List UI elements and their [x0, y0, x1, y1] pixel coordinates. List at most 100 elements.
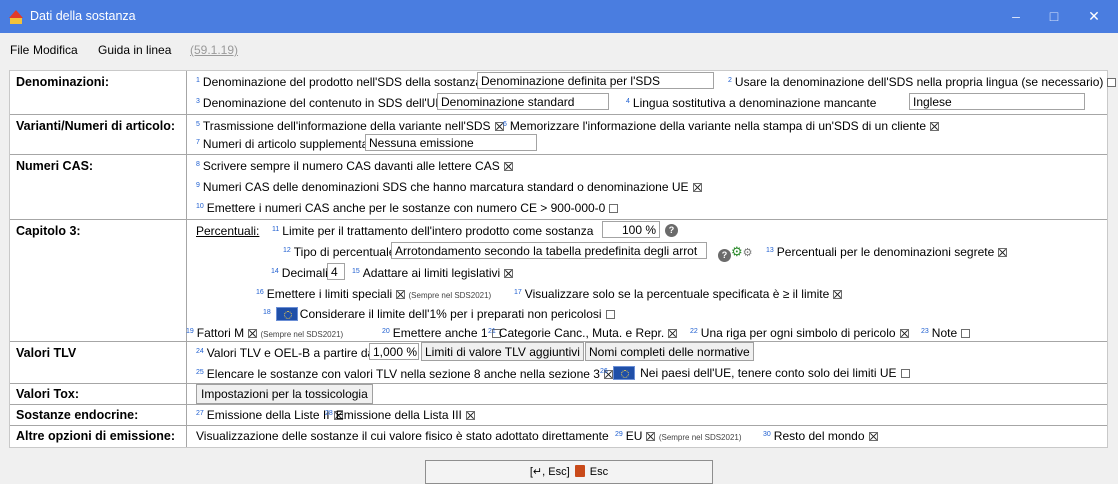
checkbox[interactable] — [1107, 78, 1117, 87]
window-title: Dati della sostanza — [30, 9, 136, 23]
gear-icon: ⚙ — [742, 247, 753, 259]
toxicology-settings-button[interactable]: Impostazioni per la tossicologia — [196, 384, 373, 404]
row-label: Valori TLV — [16, 346, 77, 360]
option-10: 10 Emettere i numeri CAS anche per le sos… — [196, 201, 619, 215]
option-9: 9 Numeri CAS delle denominazioni SDS che … — [196, 180, 702, 194]
checkbox[interactable] — [998, 248, 1008, 257]
row-label: Varianti/Numeri di articolo: — [16, 119, 176, 133]
option-26: 26 Nei paesi dell'UE, tenere conto solo … — [600, 366, 910, 380]
settings-icons[interactable]: ? ⚙⚙ — [714, 244, 753, 262]
row-label: Sostanze endocrine: — [16, 408, 139, 422]
checkbox[interactable] — [605, 310, 615, 319]
option-21: 21 Categorie Canc., Muta. e Repr. — [488, 326, 678, 340]
checkbox[interactable] — [899, 329, 909, 338]
close-button[interactable]: ✕ — [1076, 6, 1112, 28]
option-4: 4 Lingua sostitutiva a denominazione manc… — [626, 96, 877, 110]
additional-tlv-limits-button[interactable]: Limiti di valore TLV aggiuntivi — [421, 342, 584, 361]
eu-content-name-field[interactable]: Denominazione standard — [437, 93, 609, 110]
row-tlv: Valori TLV 24 Valori TLV e OEL-B a partir… — [10, 342, 1107, 384]
option-15: 15 Adattare ai limiti legislativi — [352, 266, 514, 280]
row-tox: Valori Tox: Impostazioni per la tossicol… — [10, 384, 1107, 405]
checkbox[interactable] — [503, 162, 513, 171]
option-19: 19 Fattori M (Sempre nel SDS2021) — [186, 326, 344, 340]
checkbox[interactable] — [930, 122, 940, 131]
checkbox[interactable] — [961, 329, 971, 338]
option-27: 27 Emissione della Liste II — [196, 408, 343, 422]
checkbox[interactable] — [465, 411, 475, 420]
emission-intro: Visualizzazione delle sostanze il cui va… — [196, 429, 609, 443]
option-6: 6 Memorizzare l'informazione della varian… — [503, 119, 940, 133]
row-label: Altre opzioni di emissione: — [16, 429, 176, 443]
footer: [↵, Esc] Esc — [0, 452, 1118, 484]
option-8: 8 Scrivere sempre il numero CAS davanti a… — [196, 159, 513, 173]
row-label: Denominazioni: — [16, 75, 110, 89]
tlv-threshold-field[interactable]: 1,000 % — [369, 343, 419, 360]
percentage-type-field[interactable]: Arrotondamento secondo la tabella predef… — [391, 242, 707, 259]
checkbox[interactable] — [609, 204, 619, 213]
percentuali-label: Percentuali: — [196, 224, 260, 238]
settings-panel: Denominazioni: 1 Denominazione del prodot… — [9, 70, 1117, 448]
limit-field[interactable]: 100 % — [602, 221, 660, 238]
maximize-button[interactable]: □ — [1036, 6, 1072, 28]
row-label: Capitolo 3: — [16, 224, 81, 238]
menu-file[interactable]: File — [10, 43, 29, 57]
option-18: 18 Considerare il limite dell'1% per i pr… — [263, 307, 615, 321]
option-14: 14 Decimali — [271, 266, 328, 280]
fallback-language-field[interactable]: Inglese — [909, 93, 1085, 110]
option-13: 13 Percentuali per le denominazioni segre… — [766, 245, 1008, 259]
eu-flag-icon — [275, 307, 298, 321]
checkbox[interactable] — [396, 290, 406, 299]
checkbox[interactable] — [646, 432, 656, 441]
help-icon[interactable]: ? — [665, 224, 678, 237]
checkbox[interactable] — [668, 329, 678, 338]
option-2: 2 Usare la denominazione dell'SDS nella p… — [728, 75, 1117, 89]
menu-modifica[interactable]: Modifica — [33, 43, 78, 57]
option-3: 3 Denominazione del contenuto in SDS dell… — [196, 96, 444, 110]
menu-guida[interactable]: Guida in linea — [98, 43, 171, 57]
option-29: 29 EU (Sempre nel SDS2021) — [615, 429, 742, 443]
checkbox[interactable] — [692, 183, 702, 192]
row-denominazioni: Denominazioni: 1 Denominazione del prodot… — [10, 71, 1117, 115]
checkbox[interactable] — [504, 269, 514, 278]
option-16: 16 Emettere i limiti speciali (Sempre nel… — [256, 287, 492, 301]
eu-flag-icon — [612, 366, 635, 380]
row-label: Numeri CAS: — [16, 159, 94, 173]
row-label: Valori Tox: — [16, 387, 79, 401]
option-28: 28 Emissione della Lista III — [325, 408, 475, 422]
title-bar: Dati della sostanza – □ ✕ — [0, 0, 1118, 33]
option-25: 25 Elencare le sostanze con valori TLV ne… — [196, 367, 613, 381]
checkbox[interactable] — [248, 329, 258, 338]
option-7: 7 Numeri di articolo supplementare — [196, 137, 379, 151]
article-numbers-field[interactable]: Nessuna emissione — [365, 134, 537, 151]
product-name-field[interactable]: Denominazione definita per l'SDS — [477, 72, 714, 89]
checkbox[interactable] — [900, 369, 910, 378]
row-endocrine: Sostanze endocrine: 27 Emissione della Li… — [10, 405, 1107, 426]
esc-label: Esc — [589, 466, 609, 478]
esc-button[interactable]: [↵, Esc] Esc — [425, 460, 713, 484]
minimize-button[interactable]: – — [998, 6, 1034, 28]
option-23: 23 Note — [921, 326, 971, 340]
option-20: 20 Emettere anche 1 — [382, 326, 501, 340]
option-12: 12 Tipo di percentuale — [283, 245, 396, 259]
option-11: 11 Limite per il trattamento dell'intero … — [272, 224, 594, 238]
checkbox[interactable] — [868, 432, 878, 441]
option-22: 22 Una riga per ogni simbolo di pericolo — [690, 326, 909, 340]
option-17: 17 Visualizzare solo se la percentuale sp… — [514, 287, 843, 301]
row-capitolo3: Capitolo 3: Percentuali: 11 Limite per il… — [10, 220, 1107, 342]
option-24: 24 Valori TLV e OEL-B a partire da — [196, 346, 375, 360]
help-icon: ? — [718, 249, 731, 262]
decimals-field[interactable]: 4 — [327, 263, 345, 280]
app-icon — [9, 10, 23, 24]
version-label: (59.1.19) — [190, 43, 239, 57]
option-30: 30 Resto del mondo — [763, 429, 878, 443]
shortcut-label: [↵, Esc] — [529, 466, 570, 478]
option-1: 1 Denominazione del prodotto nell'SDS del… — [196, 75, 483, 89]
menu-bar: File Modifica Guida in linea (59.1.19) — [0, 40, 1118, 60]
full-regulation-names-button[interactable]: Nomi completi delle normative — [585, 342, 754, 361]
row-altre: Altre opzioni di emissione: Visualizzazi… — [10, 426, 1107, 447]
checkbox[interactable] — [833, 290, 843, 299]
option-5: 5 Trasmissione dell'informazione della va… — [196, 119, 504, 133]
row-varianti: Varianti/Numeri di articolo: 5 Trasmissio… — [10, 115, 1107, 155]
exit-door-icon — [574, 465, 585, 477]
gear-icon: ⚙ — [731, 244, 743, 259]
